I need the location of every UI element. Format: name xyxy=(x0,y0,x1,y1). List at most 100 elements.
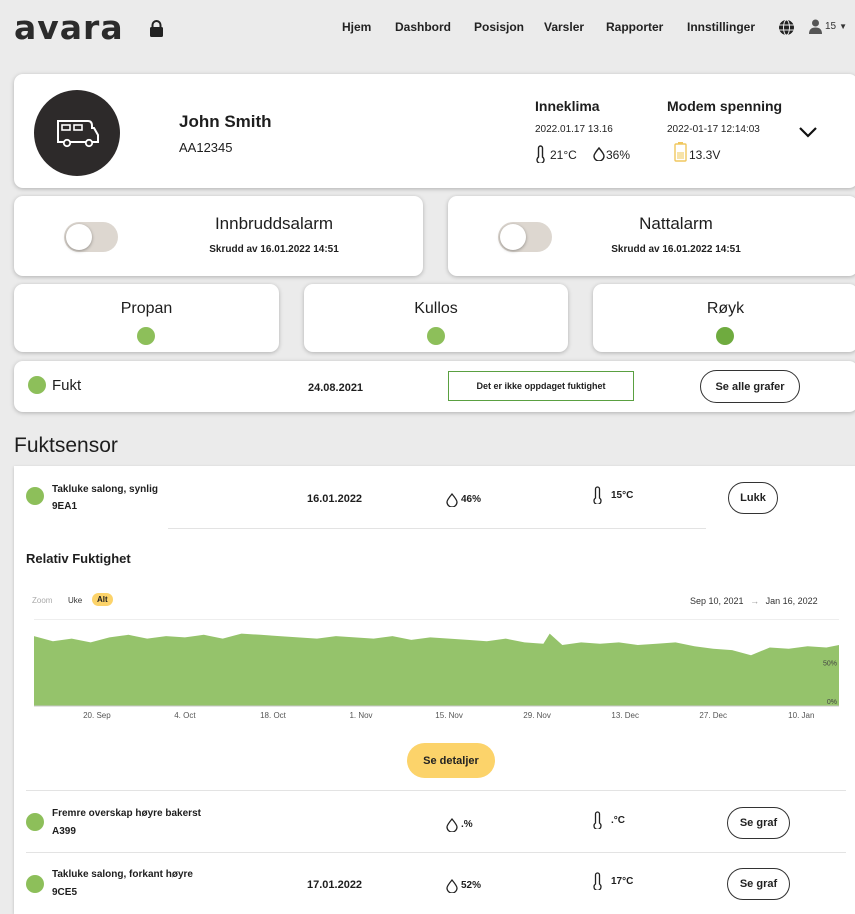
user-count: 15 xyxy=(825,21,837,32)
x-tick-label: 4. Oct xyxy=(174,711,196,720)
sensor-label: Propan xyxy=(120,300,173,317)
nav-posisjon[interactable]: Posisjon xyxy=(474,20,524,34)
nav-varsler[interactable]: Varsler xyxy=(544,20,584,34)
sensor-temperature: 15°C xyxy=(611,490,634,501)
climate-timestamp: 2022.01.17 13.16 xyxy=(535,124,613,135)
zoom-week-button[interactable]: Uke xyxy=(68,596,82,605)
nav-innstillinger[interactable]: Innstillinger xyxy=(687,20,755,34)
droplet-icon xyxy=(593,147,605,161)
sensor-card-royk: Røyk xyxy=(593,284,855,352)
nav-dashbord[interactable]: Dashbord xyxy=(395,20,451,34)
see-graph-button[interactable]: Se graf xyxy=(727,868,790,900)
sensor-humidity: .% xyxy=(461,819,473,830)
humidity-chart: 20. Sep 4. Oct 18. Oct 1. Nov 15. Nov 29. Nov… xyxy=(34,633,839,720)
y-tick-label: 50% xyxy=(823,660,837,667)
climate-title: Inneklima xyxy=(535,98,600,114)
humidity-area-series xyxy=(34,633,839,706)
status-indicator xyxy=(427,327,445,345)
alarm-status: Skrudd av 16.01.2022 14:51 xyxy=(209,244,339,255)
top-navigation: avara Hjem Dashbord Posisjon Varsler Rap… xyxy=(0,0,855,58)
sensor-id: A399 xyxy=(52,826,76,837)
camper-icon xyxy=(57,120,99,148)
moisture-date: 24.08.2021 xyxy=(308,382,364,394)
expand-chevron-icon[interactable] xyxy=(798,126,818,138)
sensor-id: 9CE5 xyxy=(52,887,78,898)
x-tick-label: 18. Oct xyxy=(260,711,287,720)
alarm-title: Nattalarm xyxy=(639,214,713,233)
sensor-card-kullos: Kullos xyxy=(304,284,568,352)
nav-hjem[interactable]: Hjem xyxy=(342,20,371,34)
brand-logo[interactable]: avara xyxy=(14,8,124,47)
alarm-card-natt: Nattalarm Skrudd av 16.01.2022 14:51 xyxy=(448,196,855,276)
thermometer-icon xyxy=(536,145,545,163)
battery-icon xyxy=(674,142,687,162)
thermometer-icon xyxy=(593,811,602,829)
owner-name: John Smith xyxy=(179,112,272,131)
climate-humidity: 36% xyxy=(606,148,631,162)
x-tick-label: 20. Sep xyxy=(83,711,111,720)
zoom-all-button[interactable]: Alt xyxy=(92,593,113,606)
sensor-date: 17.01.2022 xyxy=(307,879,363,891)
vehicle-card: John Smith AA12345 Inneklima 2022.01.17 … xyxy=(14,74,855,188)
y-tick-label: 0% xyxy=(827,699,837,706)
droplet-icon xyxy=(446,493,458,507)
moisture-card: Fukt 24.08.2021 Det er ikke oppdaget fuk… xyxy=(14,361,855,412)
modem-timestamp: 2022-01-17 12:14:03 xyxy=(667,124,760,135)
sensor-temperature: 17°C xyxy=(611,876,634,887)
x-tick-label: 27. Dec xyxy=(699,711,727,720)
close-chart-button[interactable]: Lukk xyxy=(728,482,778,514)
modem-title: Modem spenning xyxy=(667,98,783,114)
x-tick-label: 10. Jan xyxy=(788,711,814,720)
see-all-graphs-button[interactable]: Se alle grafer xyxy=(700,370,800,403)
moisture-label: Fukt xyxy=(52,377,82,394)
sensor-humidity: 46% xyxy=(461,494,482,505)
lock-icon xyxy=(150,20,163,37)
divider xyxy=(168,528,706,529)
divider xyxy=(26,790,846,791)
sensor-name: Takluke salong, forkant høyre xyxy=(52,869,193,880)
droplet-icon xyxy=(446,879,458,893)
divider xyxy=(26,852,846,853)
sensor-humidity: 52% xyxy=(461,880,482,891)
sensor-name: Fremre overskap høyre bakerst xyxy=(52,808,201,819)
alarm-card-innbrudd: Innbruddsalarm Skrudd av 16.01.2022 14:5… xyxy=(14,196,423,276)
natt-toggle[interactable] xyxy=(498,222,552,252)
status-indicator xyxy=(716,327,734,345)
plate-number: AA12345 xyxy=(179,140,233,155)
sensor-row[interactable]: Fremre overskap høyre bakerst A399 .% .°… xyxy=(14,792,855,850)
globe-icon[interactable] xyxy=(778,19,795,36)
alarm-status: Skrudd av 16.01.2022 14:51 xyxy=(611,244,741,255)
moisture-status-indicator xyxy=(28,376,46,394)
chart-title: Relativ Fuktighet xyxy=(26,551,131,566)
x-tick-label: 13. Dec xyxy=(611,711,639,720)
range-arrow: → xyxy=(750,596,760,606)
zoom-label: Zoom xyxy=(32,596,53,605)
sensor-id: 9EA1 xyxy=(52,501,78,512)
user-menu[interactable]: 15 ▼ xyxy=(809,19,847,34)
user-icon xyxy=(809,19,822,34)
moisture-message: Det er ikke oppdaget fuktighet xyxy=(448,371,634,401)
climate-temperature: 21°C xyxy=(550,148,577,162)
x-tick-label: 15. Nov xyxy=(435,711,463,720)
x-tick-label: 1. Nov xyxy=(349,711,372,720)
sensor-status-indicator xyxy=(26,813,44,831)
sensor-card-propan: Propan xyxy=(14,284,279,352)
see-details-button[interactable]: Se detaljer xyxy=(407,743,495,778)
innbrudd-toggle[interactable] xyxy=(64,222,118,252)
sensor-date: 16.01.2022 xyxy=(307,493,363,505)
sensor-row[interactable]: Takluke salong, synlig 9EA1 16.01.2022 4… xyxy=(14,466,855,528)
droplet-icon xyxy=(446,818,458,832)
fukt-sensor-panel: Takluke salong, synlig 9EA1 16.01.2022 4… xyxy=(14,466,855,914)
x-tick-label: 29. Nov xyxy=(523,711,551,720)
nav-rapporter[interactable]: Rapporter xyxy=(606,20,663,34)
thermometer-icon xyxy=(593,872,602,890)
date-range: Sep 10, 2021 → Jan 16, 2022 xyxy=(690,596,818,606)
see-graph-button[interactable]: Se graf xyxy=(727,807,790,839)
alarm-title: Innbruddsalarm xyxy=(214,214,334,233)
status-indicator xyxy=(137,327,155,345)
sensor-temperature: .°C xyxy=(611,815,625,826)
sensor-label: Kullos xyxy=(414,300,458,317)
chevron-down-icon: ▼ xyxy=(839,22,848,31)
sensor-row[interactable]: Takluke salong, forkant høyre 9CE5 17.01… xyxy=(14,854,855,912)
sensor-label: Røyk xyxy=(706,300,745,317)
